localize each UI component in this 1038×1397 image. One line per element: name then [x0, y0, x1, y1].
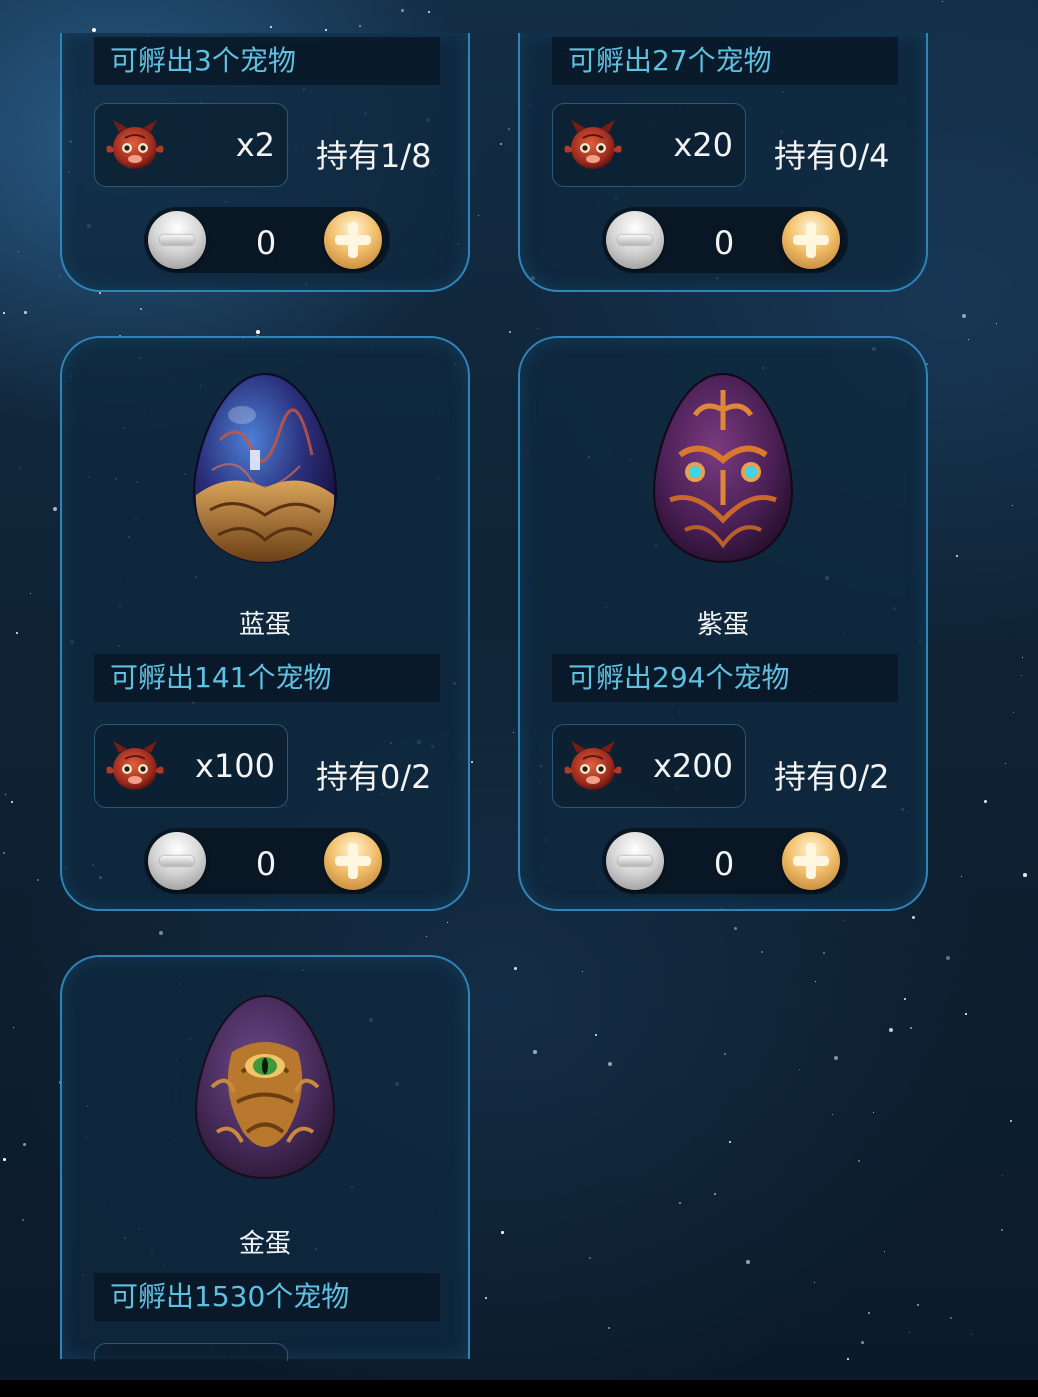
star [325, 29, 327, 31]
star [3, 312, 5, 314]
devil-face-icon [105, 118, 165, 174]
star [3, 1158, 6, 1161]
star [3, 852, 5, 854]
minus-button[interactable] [606, 832, 664, 890]
star [917, 1304, 919, 1306]
star [485, 1297, 487, 1299]
minus-button[interactable] [148, 211, 206, 269]
devil-face-icon [563, 118, 623, 174]
owned-count: 持有0/2 [316, 758, 432, 796]
egg-name: 金蛋 [238, 1229, 291, 1259]
purple-egg-icon [652, 372, 794, 564]
quantity-value: 0 [713, 224, 735, 262]
star [679, 1202, 681, 1204]
egg-card-4: 金蛋 可孵出1530个宠物 [60, 955, 470, 1361]
star [746, 1260, 750, 1264]
star [428, 11, 430, 13]
blue-egg-icon [192, 372, 338, 564]
cost-box: x20 [552, 103, 746, 187]
egg-card-1: 可孵出27个宠物 x20 持有0/4 0 [518, 33, 928, 292]
star [595, 1034, 597, 1036]
star [734, 927, 737, 930]
star [159, 931, 163, 935]
cost-box: x100 [94, 724, 288, 808]
star [11, 801, 13, 803]
plus-button[interactable] [324, 832, 382, 890]
star [608, 1062, 612, 1066]
devil-face-icon [105, 739, 165, 795]
star [847, 1358, 849, 1360]
star [868, 1312, 870, 1314]
cost-quantity: x100 [194, 747, 275, 785]
minus-button[interactable] [606, 211, 664, 269]
star [904, 998, 906, 1000]
egg-name: 紫蛋 [696, 610, 749, 640]
devil-face-icon [563, 739, 623, 795]
egg-card-2: 蓝蛋 可孵出141个宠物 x100 持有0/2 0 [60, 336, 470, 911]
plus-icon [335, 222, 371, 258]
quantity-stepper: 0 [144, 207, 390, 273]
cost-quantity: x20 [673, 126, 733, 164]
star [910, 1027, 912, 1029]
egg-name: 蓝蛋 [238, 610, 291, 640]
quantity-stepper: 0 [602, 828, 848, 894]
plus-icon [335, 843, 371, 879]
star [140, 308, 142, 310]
plus-button[interactable] [782, 832, 840, 890]
quantity-value: 0 [255, 224, 277, 262]
star [861, 1341, 864, 1344]
egg-image-wrap[interactable] [520, 368, 926, 568]
cost-box: x2 [94, 103, 288, 187]
quantity-value: 0 [713, 845, 735, 883]
hatch-count-bar: 可孵出294个宠物 [552, 654, 898, 702]
bottom-bar [0, 1380, 1038, 1397]
plus-icon [793, 843, 829, 879]
owned-count: 持有0/4 [774, 137, 890, 175]
star [18, 251, 19, 252]
hatch-count-bar: 可孵出3个宠物 [94, 37, 440, 85]
gold-egg-icon [194, 994, 336, 1180]
egg-card-0: 可孵出3个宠物 x2 持有1/8 0 [60, 33, 470, 292]
star [508, 128, 510, 130]
cost-quantity: x200 [652, 747, 733, 785]
minus-icon [160, 235, 194, 245]
star [533, 1050, 537, 1054]
star [965, 1013, 967, 1015]
cost-box [94, 1343, 288, 1361]
star [501, 1231, 504, 1234]
quantity-stepper: 0 [602, 207, 848, 273]
plus-button[interactable] [782, 211, 840, 269]
star [24, 311, 27, 314]
egg-image-wrap[interactable] [62, 987, 468, 1187]
cost-box: x200 [552, 724, 746, 808]
minus-icon [618, 235, 652, 245]
hatch-count-bar: 可孵出1530个宠物 [94, 1273, 440, 1321]
quantity-value: 0 [255, 845, 277, 883]
star [53, 507, 57, 511]
plus-icon [793, 222, 829, 258]
egg-image-wrap[interactable] [62, 368, 468, 568]
plus-button[interactable] [324, 211, 382, 269]
star [1023, 873, 1027, 877]
minus-icon [618, 856, 652, 866]
hatch-count-bar: 可孵出27个宠物 [552, 37, 898, 85]
hatch-count-bar: 可孵出141个宠物 [94, 654, 440, 702]
owned-count: 持有1/8 [316, 137, 432, 175]
star [724, 1053, 726, 1055]
star [270, 26, 272, 28]
minus-button[interactable] [148, 832, 206, 890]
star [946, 956, 950, 960]
minus-icon [160, 856, 194, 866]
cost-quantity: x2 [235, 126, 275, 164]
egg-card-3: 紫蛋 可孵出294个宠物 x200 持有0/2 0 [518, 336, 928, 911]
star [256, 330, 260, 334]
owned-count: 持有0/2 [774, 758, 890, 796]
quantity-stepper: 0 [144, 828, 390, 894]
star [858, 1160, 860, 1162]
star [1010, 1120, 1012, 1122]
